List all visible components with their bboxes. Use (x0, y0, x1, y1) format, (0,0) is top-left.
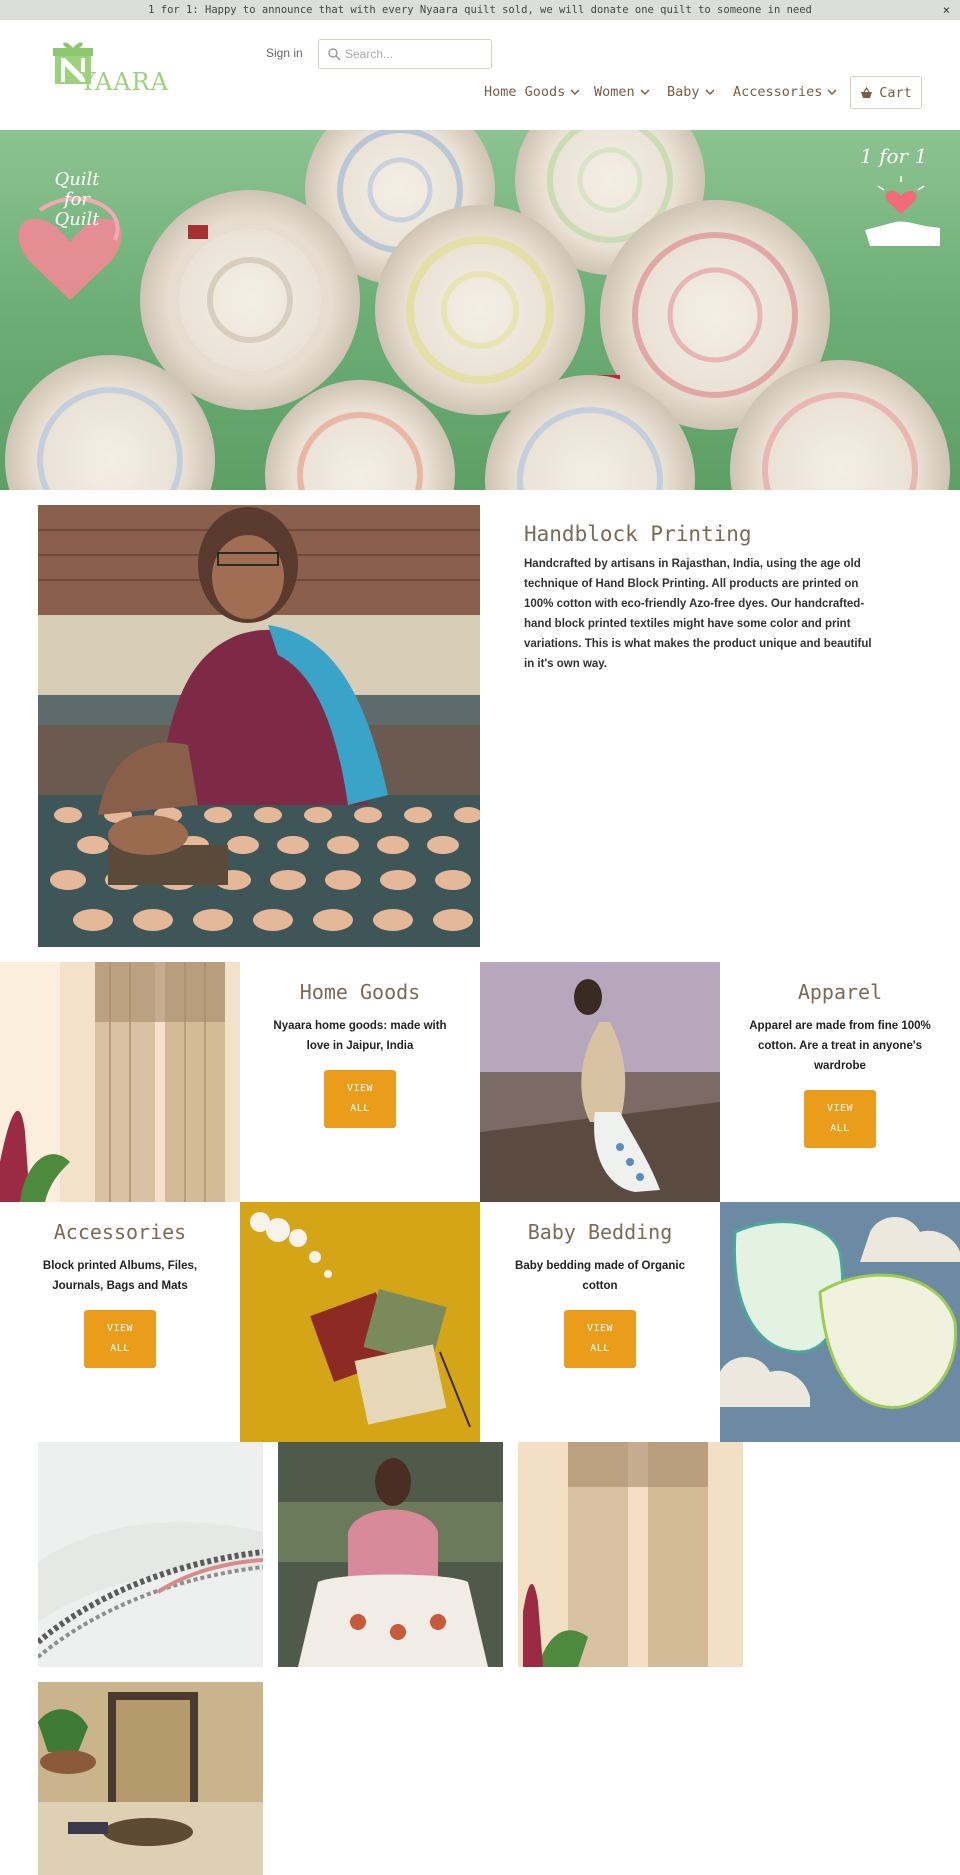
search-input[interactable] (345, 44, 485, 64)
home-goods-tile: Home Goods Nyaara home goods: made with … (240, 962, 480, 1202)
chevron-down-icon (705, 89, 715, 95)
button-label: ALL (590, 1343, 610, 1354)
announcement-bar: 1 for 1: Happy to announce that with eve… (0, 0, 960, 20)
chevron-down-icon (640, 89, 650, 95)
nav-label: Baby (667, 84, 700, 100)
logo-text: YAARA (80, 68, 170, 96)
product-image-2[interactable] (278, 1442, 503, 1667)
quilt-for-quilt-badge: Quilt for Quilt (42, 170, 112, 230)
baby-bedding-image[interactable] (720, 1202, 960, 1442)
heart-icon (885, 190, 917, 214)
apparel-image[interactable] (480, 962, 720, 1202)
hero-banner[interactable]: Quilt for Quilt 1 for 1 (0, 130, 960, 490)
chevron-down-icon (570, 89, 580, 95)
artisan-printing-image (38, 505, 480, 947)
hand-icon (865, 221, 940, 246)
button-label: VIEW (106, 1323, 134, 1334)
button-label: VIEW (346, 1083, 374, 1094)
collection-title: Home Goods (299, 980, 421, 1004)
button-label: VIEW (586, 1323, 614, 1334)
handblock-description: Handcrafted by artisans in Rajasthan, In… (524, 558, 872, 670)
home-goods-image[interactable] (0, 962, 240, 1202)
view-all-home-goods-button[interactable]: VIEW ALL (324, 1070, 396, 1128)
nav-baby[interactable]: Baby (667, 84, 715, 100)
nav-label: Home Goods (484, 84, 566, 100)
badge-line: for (63, 189, 91, 210)
collection-description: Apparel are made from fine 100% cotton. … (749, 1020, 931, 1072)
apparel-tile: Apparel Apparel are made from fine 100% … (720, 962, 960, 1202)
nav-women[interactable]: Women (594, 84, 650, 100)
cart-button[interactable]: Cart (850, 76, 922, 109)
collection-description: Nyaara home goods: made with love in Jai… (273, 1020, 447, 1052)
nav-accessories[interactable]: Accessories (733, 84, 837, 100)
collection-description: Block printed Albums, Files, Journals, B… (42, 1260, 198, 1292)
close-announcement-icon[interactable]: × (943, 0, 950, 20)
button-label: ALL (350, 1103, 370, 1114)
badge-line: Quilt (54, 209, 100, 230)
collection-title: Accessories (53, 1220, 187, 1244)
button-label: ALL (110, 1343, 130, 1354)
product-image-4[interactable] (38, 1682, 263, 1875)
accessories-image[interactable] (240, 1202, 480, 1442)
one-for-one-badge: 1 for 1 (860, 144, 928, 168)
accessories-tile: Accessories Block printed Albums, Files,… (0, 1202, 240, 1442)
nav-home-goods[interactable]: Home Goods (484, 84, 580, 100)
collection-description: Baby bedding made of Organic cotton (515, 1260, 685, 1292)
search-icon (328, 48, 341, 61)
button-label: VIEW (826, 1103, 854, 1114)
basket-icon (861, 86, 873, 98)
sign-in-link[interactable]: Sign in (266, 46, 303, 60)
handblock-title: Handblock Printing (524, 522, 752, 546)
search-box[interactable] (318, 39, 492, 69)
product-image-1[interactable] (38, 1442, 263, 1667)
nav-label: Accessories (733, 84, 823, 100)
announcement-text: 1 for 1: Happy to announce that with eve… (148, 4, 812, 16)
collection-title: Apparel (797, 980, 883, 1004)
collection-title: Baby Bedding (527, 1220, 673, 1244)
button-label: ALL (830, 1123, 850, 1134)
heart-icon (18, 218, 122, 300)
view-all-apparel-button[interactable]: VIEW ALL (804, 1090, 876, 1148)
badge-line: Quilt (54, 169, 100, 190)
product-image-3[interactable] (518, 1442, 743, 1667)
hero-quilts-image (5, 130, 950, 490)
view-all-accessories-button[interactable]: VIEW ALL (84, 1310, 156, 1368)
baby-bedding-tile: Baby Bedding Baby bedding made of Organi… (480, 1202, 720, 1442)
nav-label: Women (594, 84, 635, 100)
view-all-baby-bedding-button[interactable]: VIEW ALL (564, 1310, 636, 1368)
chevron-down-icon (827, 89, 837, 95)
cart-label: Cart (879, 84, 912, 101)
